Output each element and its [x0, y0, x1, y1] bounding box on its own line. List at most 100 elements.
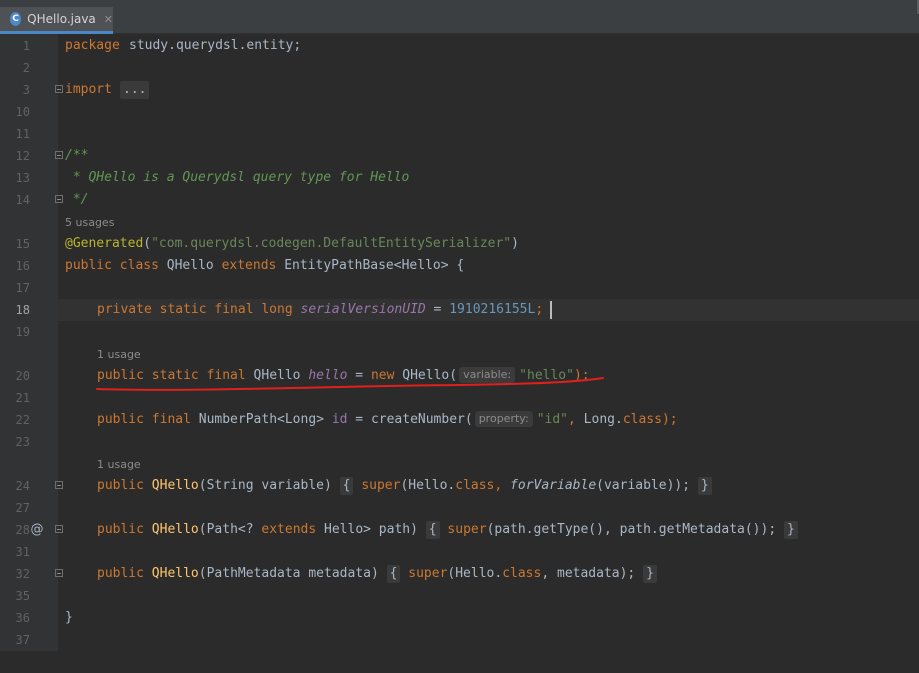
- code-line: 27: [0, 497, 919, 519]
- line-content[interactable]: public final NumberPath<Long> id = creat…: [58, 409, 919, 431]
- keyword: private static final long: [97, 302, 293, 317]
- annotation: @Generated: [65, 236, 144, 251]
- folded-imports[interactable]: ...: [120, 81, 150, 99]
- keyword: public: [97, 478, 144, 493]
- line-number: 18: [15, 303, 30, 317]
- constructor-call: QHello(: [402, 368, 458, 383]
- tab-qhello-java[interactable]: C QHello.java ✕: [0, 7, 113, 34]
- parameters: (String variable): [198, 478, 332, 493]
- line-number: 19: [15, 325, 30, 339]
- arguments: (Hello.: [447, 566, 503, 581]
- tab-label: QHello.java: [27, 12, 96, 26]
- closing-brace: }: [65, 610, 73, 625]
- code-line: 16 public class QHello extends EntityPat…: [0, 255, 919, 277]
- usages-hint[interactable]: 1 usage: [97, 453, 141, 475]
- line-content[interactable]: public QHello(String variable) { super(H…: [58, 475, 919, 497]
- usages-hint[interactable]: 5 usages: [65, 211, 114, 233]
- code-line: 28 @ public QHello(Path<? extends Hello>…: [0, 519, 919, 541]
- parameters: (Path<?: [198, 522, 262, 537]
- constructor-declaration: public QHello(Path<? extends Hello> path…: [97, 519, 798, 541]
- line-content[interactable]: public class QHello extends EntityPathBa…: [58, 255, 919, 277]
- code-line: 19: [0, 321, 919, 343]
- line-content[interactable]: public QHello(PathMetadata metadata) { s…: [58, 563, 919, 585]
- arguments: , metadata);: [541, 566, 636, 581]
- code-line: 10: [0, 101, 919, 123]
- operator: =: [425, 302, 450, 317]
- operator: =: [347, 368, 371, 383]
- class-name: QHello: [166, 258, 214, 273]
- line-number: 35: [15, 589, 30, 603]
- line-content[interactable]: @Generated("com.querydsl.codegen.Default…: [58, 233, 919, 255]
- text-caret: [550, 301, 552, 319]
- brace: {: [386, 565, 401, 583]
- code-line: 1 package study.querydsl.entity;: [0, 35, 919, 57]
- string-literal: "id": [536, 412, 569, 427]
- line-number: 31: [15, 545, 30, 559]
- line-content[interactable]: public QHello(Path<? extends Hello> path…: [58, 519, 919, 541]
- line-content[interactable]: }: [58, 607, 919, 629]
- instance-field: id: [331, 412, 348, 427]
- code-line: 21: [0, 387, 919, 409]
- keyword: class: [622, 412, 662, 427]
- base-class: EntityPathBase<Hello> {: [284, 258, 465, 273]
- field-declaration: public static final QHello hello = new Q…: [97, 365, 590, 387]
- close-icon[interactable]: ✕: [104, 13, 113, 26]
- line-content[interactable]: * QHello is a Querydsl query type for He…: [58, 167, 919, 189]
- line-number: 32: [15, 567, 30, 581]
- arguments: (path.getType(), path.getMetadata());: [486, 522, 777, 537]
- line-number: 10: [15, 105, 30, 119]
- class-ref: Long.: [583, 412, 623, 427]
- field-declaration: private static final long serialVersionU…: [97, 299, 543, 321]
- type-name: QHello: [253, 368, 301, 383]
- code-line: 31: [0, 541, 919, 563]
- brace: }: [643, 565, 657, 583]
- parameters: (PathMetadata metadata): [198, 566, 379, 581]
- code-line: 3 import ...: [0, 79, 919, 101]
- string-literal: "com.querydsl.codegen.DefaultEntitySeria…: [151, 236, 512, 251]
- code-line: 17: [0, 277, 919, 299]
- code-line: 2: [0, 57, 919, 79]
- constructor-declaration: public QHello(String variable) { super(H…: [97, 475, 712, 497]
- constructor-declaration: public QHello(PathMetadata metadata) { s…: [97, 563, 657, 585]
- line-content[interactable]: /**: [58, 145, 919, 167]
- code-line: 15 @Generated("com.querydsl.codegen.Defa…: [0, 233, 919, 255]
- parameter-hint: property:: [474, 411, 533, 427]
- code-line: 36 }: [0, 607, 919, 629]
- keyword: extends: [261, 522, 317, 537]
- method-call: = createNumber(: [347, 412, 473, 427]
- editor-tab-bar: C QHello.java ✕: [0, 0, 919, 34]
- line-content[interactable]: */: [58, 189, 919, 211]
- overrides-marker-icon[interactable]: @: [30, 519, 44, 541]
- brace: {: [339, 477, 354, 495]
- code-line: 13 * QHello is a Querydsl query type for…: [0, 167, 919, 189]
- code-line-current: 18 private static final long serialVersi…: [0, 299, 919, 321]
- code-line: 11: [0, 123, 919, 145]
- code-line: 23: [0, 431, 919, 453]
- line-number: 12: [15, 149, 30, 163]
- code-line: 37: [0, 629, 919, 651]
- line-number: 1: [22, 39, 30, 53]
- line-number: 20: [15, 369, 30, 383]
- line-number: 15: [15, 237, 30, 251]
- line-content[interactable]: package study.querydsl.entity;: [58, 35, 919, 57]
- line-number: 17: [15, 281, 30, 295]
- line-number: 28: [15, 523, 30, 537]
- keyword: public: [97, 566, 144, 581]
- line-number: 24: [15, 479, 30, 493]
- keyword: class: [119, 258, 159, 273]
- line-number: 16: [15, 259, 30, 273]
- static-field: hello: [308, 368, 348, 383]
- line-content[interactable]: private static final long serialVersionU…: [58, 299, 919, 321]
- keyword: public final: [97, 412, 191, 427]
- type-name: NumberPath<Long>: [198, 412, 324, 427]
- arguments: (variable));: [596, 478, 691, 493]
- line-content[interactable]: import ...: [58, 79, 919, 101]
- code-line: 35: [0, 585, 919, 607]
- usages-hint[interactable]: 1 usage: [97, 343, 141, 365]
- code-line: 24 public QHello(String variable) { supe…: [0, 475, 919, 497]
- line-number: 3: [22, 83, 30, 97]
- line-content[interactable]: public static final QHello hello = new Q…: [58, 365, 919, 387]
- line-number: 11: [15, 127, 30, 141]
- code-line: 12 /**: [0, 145, 919, 167]
- arguments: (Hello.: [400, 478, 456, 493]
